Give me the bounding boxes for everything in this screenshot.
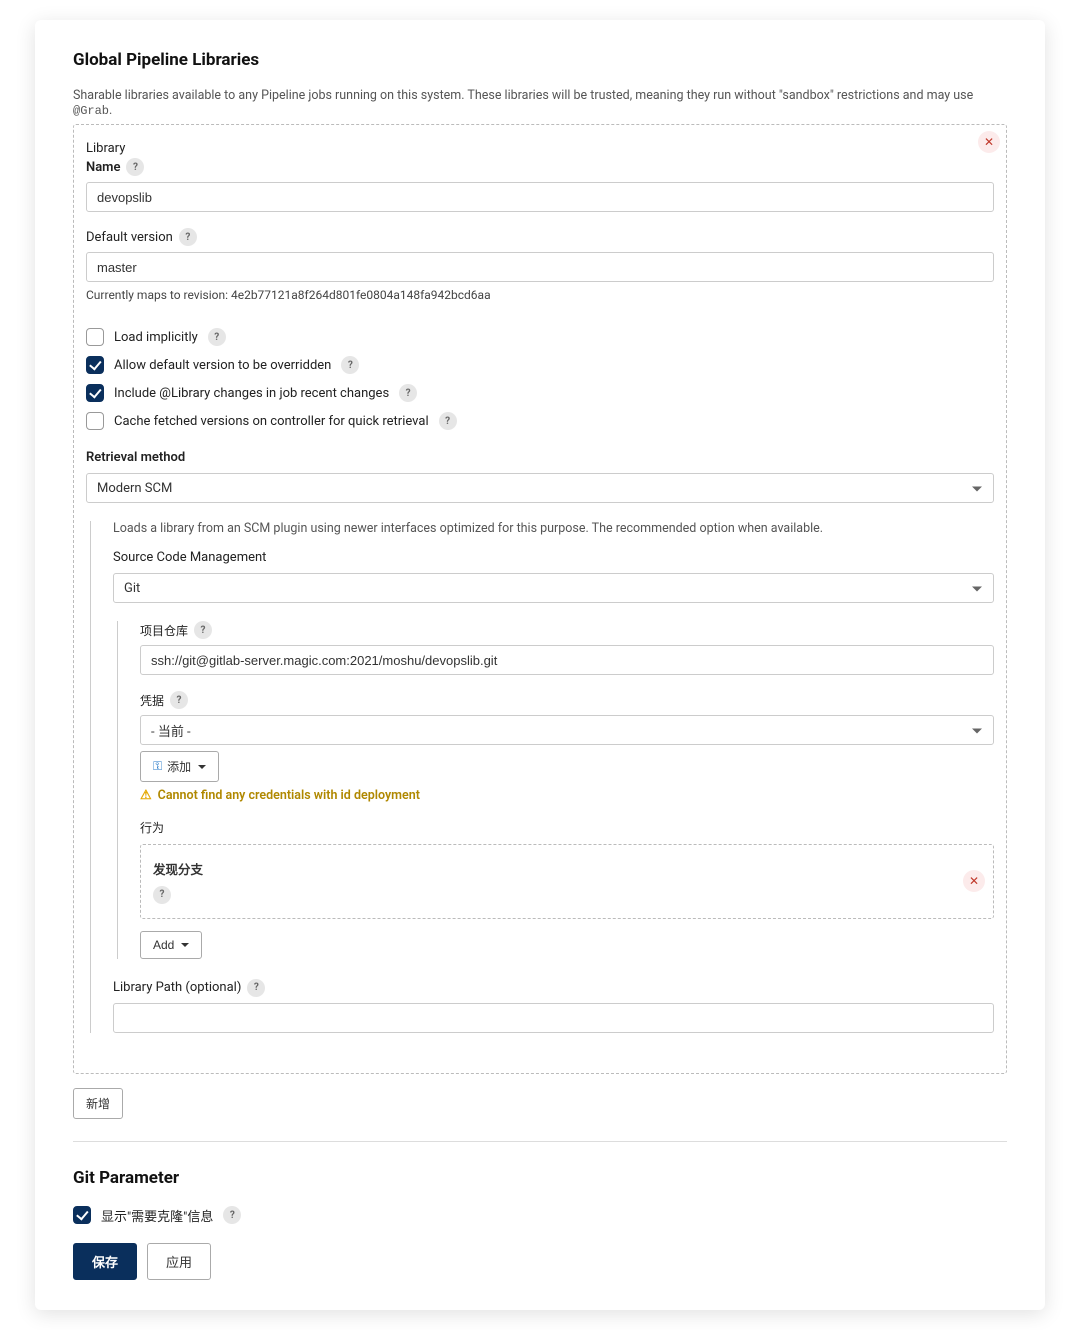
desc-prefix: Sharable libraries available to any Pipe… (73, 88, 973, 103)
desc-suffix: . (109, 103, 112, 118)
repo-label-row: 项目仓库 ? (140, 621, 994, 639)
help-icon[interactable]: ? (341, 356, 359, 374)
checkbox-box[interactable] (73, 1206, 91, 1224)
checkbox-box[interactable] (86, 356, 104, 374)
desc-code: @Grab (73, 104, 109, 118)
credentials-label-row: 凭据 ? (140, 691, 994, 709)
help-icon[interactable]: ? (208, 328, 226, 346)
divider (73, 1141, 1007, 1142)
checkbox-show-clone[interactable]: 显示"需要克隆"信息 ? (73, 1206, 1007, 1225)
checkbox-cache-fetched[interactable]: Cache fetched versions on controller for… (86, 412, 994, 430)
help-icon[interactable]: ? (126, 158, 144, 176)
library-path-label-row: Library Path (optional) ? (113, 979, 994, 997)
warning-icon: ⚠ (140, 788, 152, 803)
credentials-warning: ⚠ Cannot find any credentials with id de… (140, 788, 994, 803)
remove-behavior-button[interactable]: ✕ (963, 870, 985, 892)
help-icon[interactable]: ? (170, 691, 188, 709)
close-icon: ✕ (969, 874, 979, 888)
help-icon[interactable]: ? (247, 979, 265, 997)
help-icon[interactable]: ? (223, 1206, 241, 1224)
help-icon[interactable]: ? (153, 886, 171, 904)
default-version-label-row: Default version ? (86, 228, 994, 246)
help-icon[interactable]: ? (179, 228, 197, 246)
save-button[interactable]: 保存 (73, 1243, 137, 1280)
scm-select[interactable]: Git (113, 573, 994, 603)
add-behavior-button[interactable]: Add (140, 931, 202, 959)
remove-library-button[interactable]: ✕ (978, 131, 1000, 153)
default-version-input[interactable] (86, 252, 994, 282)
checkbox-box[interactable] (86, 412, 104, 430)
name-label: Name (86, 160, 120, 175)
page-description: Sharable libraries available to any Pipe… (73, 88, 1007, 118)
close-icon: ✕ (984, 135, 994, 149)
apply-button[interactable]: 应用 (147, 1243, 211, 1280)
help-icon[interactable]: ? (439, 412, 457, 430)
behavior-item-panel: ✕ 发现分支 ? (140, 844, 994, 919)
retrieval-description: Loads a library from an SCM plugin using… (113, 521, 994, 536)
credentials-warning-text: Cannot find any credentials with id depl… (158, 788, 420, 803)
behavior-item-title: 发现分支 (153, 859, 981, 878)
credentials-select[interactable]: - 当前 - (140, 715, 994, 745)
library-panel: ✕ Library Name ? Default version ? Curre… (73, 124, 1007, 1074)
checkbox-label: Include @Library changes in job recent c… (114, 386, 389, 401)
repo-label: 项目仓库 (140, 622, 188, 639)
retrieval-method-select[interactable]: Modern SCM (86, 473, 994, 503)
add-credentials-label: 添加 (167, 758, 191, 775)
git-parameter-title: Git Parameter (73, 1168, 1007, 1188)
library-name-input[interactable] (86, 182, 994, 212)
help-icon[interactable]: ? (194, 621, 212, 639)
checkbox-allow-override[interactable]: Allow default version to be overridden ? (86, 356, 994, 374)
default-version-label: Default version (86, 230, 173, 245)
checkbox-box[interactable] (86, 328, 104, 346)
page-title: Global Pipeline Libraries (73, 50, 1007, 70)
help-icon[interactable]: ? (399, 384, 417, 402)
checkbox-label: 显示"需要克隆"信息 (101, 1206, 213, 1225)
checkbox-box[interactable] (86, 384, 104, 402)
library-path-label: Library Path (optional) (113, 980, 241, 995)
behavior-label: 行为 (140, 819, 994, 836)
checkbox-label: Load implicitly (114, 330, 198, 345)
revision-prefix: Currently maps to revision: (86, 288, 231, 302)
checkbox-load-implicitly[interactable]: Load implicitly ? (86, 328, 994, 346)
checkbox-label: Cache fetched versions on controller for… (114, 414, 429, 429)
library-section-label: Library (86, 141, 994, 156)
name-label-row: Name ? (86, 158, 994, 176)
chevron-down-icon (198, 765, 206, 769)
scm-label: Source Code Management (113, 550, 266, 565)
checkbox-include-changes[interactable]: Include @Library changes in job recent c… (86, 384, 994, 402)
key-icon: ⚿ (153, 759, 162, 774)
credentials-label: 凭据 (140, 692, 164, 709)
add-credentials-button[interactable]: ⚿ 添加 (140, 751, 219, 782)
add-behavior-label: Add (153, 938, 174, 952)
checkbox-label: Allow default version to be overridden (114, 358, 331, 373)
revision-hash: 4e2b77121a8f264d801fe0804a148fa942bcd6aa (231, 288, 491, 302)
repo-url-input[interactable] (140, 645, 994, 675)
retrieval-method-label: Retrieval method (86, 450, 994, 465)
add-library-button[interactable]: 新增 (73, 1088, 123, 1119)
library-path-input[interactable] (113, 1003, 994, 1033)
revision-line: Currently maps to revision: 4e2b77121a8f… (86, 288, 994, 302)
chevron-down-icon (181, 943, 189, 947)
